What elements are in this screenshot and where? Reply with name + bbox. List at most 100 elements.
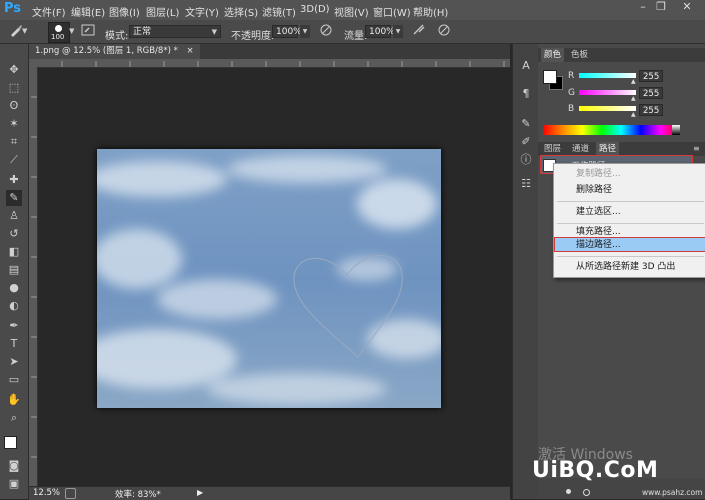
menu-item-make-selection[interactable]: 建立选区... — [554, 205, 705, 219]
airbrush-icon[interactable] — [411, 23, 427, 39]
channel-b-value[interactable]: 255 — [639, 104, 663, 116]
foreground-color-swatch[interactable] — [4, 436, 17, 449]
hand-tool-icon[interactable]: ✋ — [6, 392, 22, 408]
dodge-tool-icon[interactable]: ◐ — [6, 298, 22, 314]
tool-preset-arrow[interactable]: ▼ — [22, 27, 27, 35]
menu-filter[interactable]: 滤镜(T) — [262, 4, 296, 19]
ruler-vertical — [29, 67, 38, 486]
document-tab[interactable]: 1.png @ 12.5% (图层 1, RGB/8*) * × — [29, 44, 200, 59]
tab-color[interactable]: 颜色 — [541, 48, 565, 62]
move-tool-icon[interactable]: ✥ — [6, 62, 22, 78]
channel-r-slider[interactable] — [579, 73, 636, 78]
healing-tool-icon[interactable]: ✚ — [6, 172, 22, 188]
brush-presets-icon[interactable]: ✎ — [518, 116, 534, 132]
stroke-path-icon[interactable] — [583, 489, 590, 496]
spectrum-bw-ramp[interactable] — [672, 125, 680, 135]
menu-item-new-3d-extrusion[interactable]: 从所选路径新建 3D 凸出 — [554, 260, 705, 274]
brush-size-picker[interactable]: 100 — [48, 22, 70, 43]
path-context-menu: 复制路径... 删除路径 建立选区... 填充路径... 描边路径... 从所选… — [553, 163, 705, 278]
color-panel-tabs: 颜色 色板 — [538, 48, 705, 62]
panel-menu-icon[interactable]: ≡ — [693, 144, 700, 153]
path-selection-tool-icon[interactable]: ➤ — [6, 354, 22, 370]
flow-label: 流量: — [344, 31, 368, 42]
mode-dropdown[interactable]: 正常 ▼ — [129, 25, 221, 38]
menu-file[interactable]: 文件(F) — [32, 4, 66, 19]
opacity-pressure-icon[interactable] — [318, 23, 334, 39]
channel-r-value[interactable]: 255 — [639, 70, 663, 82]
blur-tool-icon[interactable]: ● — [6, 280, 22, 296]
menu-item-delete-path[interactable]: 删除路径 — [554, 183, 705, 197]
minimize-button[interactable]: – — [634, 0, 652, 14]
close-button[interactable]: ✕ — [678, 0, 696, 14]
magic-wand-tool-icon[interactable]: ✶ — [6, 116, 22, 132]
status-menu-arrow[interactable]: ▶ — [197, 488, 203, 497]
menu-type[interactable]: 文字(Y) — [185, 4, 219, 19]
brush-panel-icon[interactable] — [80, 23, 96, 39]
tab-channels[interactable]: 通道 — [569, 142, 592, 156]
menu-view[interactable]: 视图(V) — [334, 4, 369, 19]
screen-mode-icon[interactable]: ▣ — [6, 476, 22, 492]
close-tab-icon[interactable]: × — [187, 46, 194, 56]
channel-g-value[interactable]: 255 — [639, 87, 663, 99]
gradient-tool-icon[interactable]: ▤ — [6, 262, 22, 278]
menu-image[interactable]: 图像(I) — [109, 4, 140, 19]
restore-button[interactable]: ❐ — [652, 0, 670, 14]
eyedropper-tool-icon[interactable]: ⟋ — [6, 152, 22, 168]
efficiency-status: 效率: 83%* — [115, 490, 161, 500]
tool-presets-icon[interactable]: ✐ — [518, 134, 534, 150]
paragraph-panel-icon[interactable]: ¶ — [518, 86, 534, 102]
tab-paths[interactable]: 路径 — [596, 142, 620, 156]
channel-b-slider[interactable] — [579, 106, 636, 111]
flow-field[interactable]: 100% — [365, 25, 395, 38]
fill-path-icon[interactable] — [566, 489, 571, 494]
pen-tool-icon[interactable]: ✒ — [6, 318, 22, 334]
opacity-field[interactable]: 100% — [272, 25, 302, 38]
flow-dropdown-arrow[interactable]: ▼ — [393, 25, 403, 38]
brush-tool-icon-active[interactable]: ✎ — [6, 190, 22, 206]
menu-help[interactable]: 帮助(H) — [413, 4, 448, 19]
menu-edit[interactable]: 编辑(E) — [71, 4, 105, 19]
menu-window[interactable]: 窗口(W) — [373, 4, 411, 19]
channel-b-handle[interactable]: ▲ — [631, 111, 636, 118]
opacity-dropdown-arrow[interactable]: ▼ — [300, 25, 310, 38]
color-spectrum-bar[interactable] — [543, 125, 680, 135]
type-tool-icon[interactable]: T — [6, 336, 22, 352]
channel-r-handle[interactable]: ▲ — [631, 78, 636, 85]
menu-item-duplicate-path[interactable]: 复制路径... — [554, 167, 705, 181]
menu-item-stroke-path[interactable]: 描边路径... — [554, 238, 705, 252]
menu-select[interactable]: 选择(S) — [224, 4, 258, 19]
channel-g-slider[interactable] — [579, 90, 636, 95]
brush-size-value: 100 — [51, 33, 65, 41]
status-bar: 12.5% 效率: 83%* ▶ — [29, 486, 510, 500]
crop-tool-icon[interactable]: ⌗ — [6, 134, 22, 150]
document-canvas[interactable] — [97, 149, 441, 408]
shape-tool-icon[interactable]: ▭ — [6, 372, 22, 388]
tab-swatches[interactable]: 色板 — [568, 48, 591, 62]
marquee-tool-icon[interactable]: ⬚ — [6, 80, 22, 96]
brush-picker-arrow[interactable]: ▼ — [69, 27, 74, 35]
tab-layers[interactable]: 图层 — [541, 142, 564, 156]
character-panel-icon[interactable]: A — [518, 58, 534, 74]
quick-mask-icon[interactable]: ◙ — [6, 458, 22, 474]
lasso-tool-icon[interactable]: ʘ — [6, 98, 22, 114]
menu-3d[interactable]: 3D(D) — [300, 4, 330, 15]
document-info-icon[interactable] — [65, 488, 76, 499]
brush-tip-icon — [55, 25, 62, 32]
site-watermark-url: www.psahz.com — [642, 488, 703, 497]
eraser-tool-icon[interactable]: ◧ — [6, 244, 22, 260]
size-pressure-icon[interactable] — [436, 23, 452, 39]
channel-b-label: B — [568, 104, 575, 114]
zoom-level[interactable]: 12.5% — [33, 488, 60, 498]
channel-g-handle[interactable]: ▲ — [631, 95, 636, 102]
foreground-swatch[interactable] — [543, 70, 557, 84]
menu-layer[interactable]: 图层(L) — [146, 4, 179, 19]
sky-image — [97, 149, 441, 408]
info-panel-icon[interactable]: ⓘ — [518, 152, 534, 168]
menu-separator — [557, 201, 704, 202]
clone-stamp-tool-icon[interactable]: ♙ — [6, 208, 22, 224]
ruler-horizontal — [29, 59, 510, 68]
channel-g-label: G — [568, 88, 575, 98]
history-brush-tool-icon[interactable]: ↺ — [6, 226, 22, 242]
adjustments-panel-icon[interactable]: ☷ — [518, 176, 534, 192]
zoom-tool-icon[interactable]: ⌕ — [6, 410, 22, 426]
